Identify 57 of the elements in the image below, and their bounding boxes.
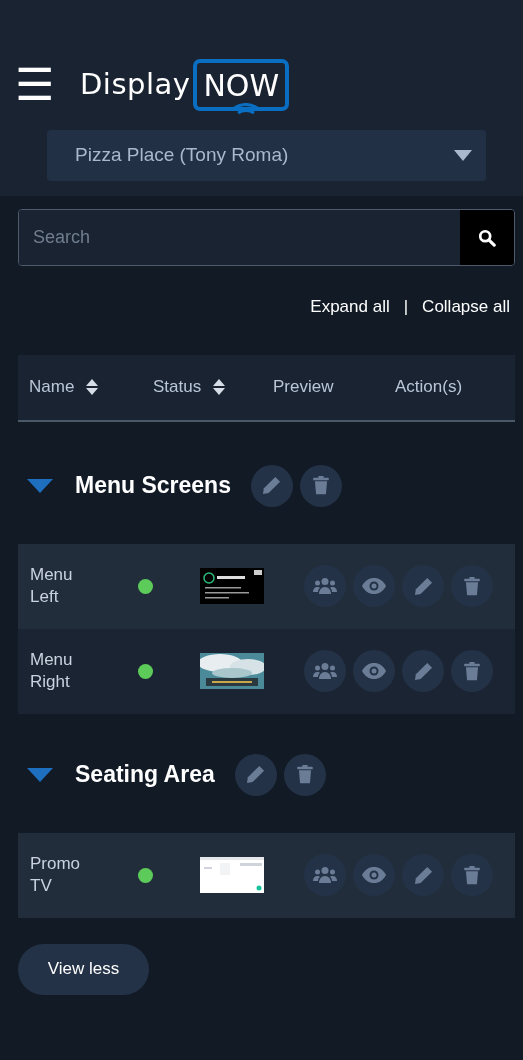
trash-icon [296, 765, 313, 784]
trash-icon [464, 576, 480, 596]
trash-icon [312, 476, 329, 495]
pencil-icon [262, 476, 282, 495]
delete-button[interactable] [451, 854, 493, 896]
expand-all-link[interactable]: Expand all [310, 294, 390, 320]
edit-button[interactable] [402, 565, 444, 607]
edit-group-button[interactable] [250, 464, 293, 507]
view-less-button[interactable]: View less [18, 943, 149, 995]
people-icon [313, 866, 337, 884]
trash-icon [464, 865, 480, 885]
group-title: Menu Screens [75, 471, 231, 501]
delete-group-button[interactable] [283, 753, 326, 796]
row-name: Menu Right [30, 649, 74, 693]
column-header[interactable]: Name [29, 374, 75, 400]
row-name: Menu Left [30, 564, 74, 608]
pencil-icon [413, 865, 433, 885]
preview-button[interactable] [353, 854, 395, 896]
pencil-icon [413, 661, 433, 681]
preview-button[interactable] [353, 565, 395, 607]
preview-button[interactable] [353, 650, 395, 692]
caret-icon [454, 150, 472, 161]
trash-icon [464, 661, 480, 681]
group-title: Seating Area [75, 760, 215, 790]
collapse-all-link[interactable]: Collapse all [422, 294, 510, 320]
edit-button[interactable] [402, 854, 444, 896]
column-header: Action(s) [395, 376, 463, 399]
column-header: Preview [273, 376, 334, 399]
people-icon [313, 577, 337, 595]
delete-group-button[interactable] [299, 464, 342, 507]
menu-button[interactable]: ☰ [14, 65, 54, 105]
expand-toggle[interactable] [27, 767, 53, 782]
assign-users-button[interactable] [304, 854, 346, 896]
eye-icon [362, 867, 386, 883]
logo-text: Display [80, 66, 191, 104]
delete-button[interactable] [451, 565, 493, 607]
delete-button[interactable] [451, 650, 493, 692]
separator-text: | [403, 296, 409, 318]
assign-users-button[interactable] [304, 650, 346, 692]
edit-button[interactable] [402, 650, 444, 692]
table-row[interactable]: Menu Right [18, 628, 515, 714]
table-row[interactable]: Menu Left [18, 543, 515, 629]
eye-icon [362, 578, 386, 594]
sort-icon[interactable] [86, 379, 99, 395]
pencil-icon [246, 765, 266, 784]
sort-icon[interactable] [213, 379, 226, 395]
logo-text: NOW [203, 66, 280, 105]
location-dropdown[interactable]: Pizza Place (Tony Roma) [47, 130, 486, 181]
column-header[interactable]: Status [153, 374, 202, 400]
assign-users-button[interactable] [304, 565, 346, 607]
row-name: Promo TV [30, 853, 82, 897]
eye-icon [362, 663, 386, 679]
table-row[interactable]: Promo TV [18, 832, 515, 918]
people-icon [313, 662, 337, 680]
pencil-icon [413, 576, 433, 596]
edit-group-button[interactable] [234, 753, 277, 796]
expand-toggle[interactable] [27, 478, 53, 493]
